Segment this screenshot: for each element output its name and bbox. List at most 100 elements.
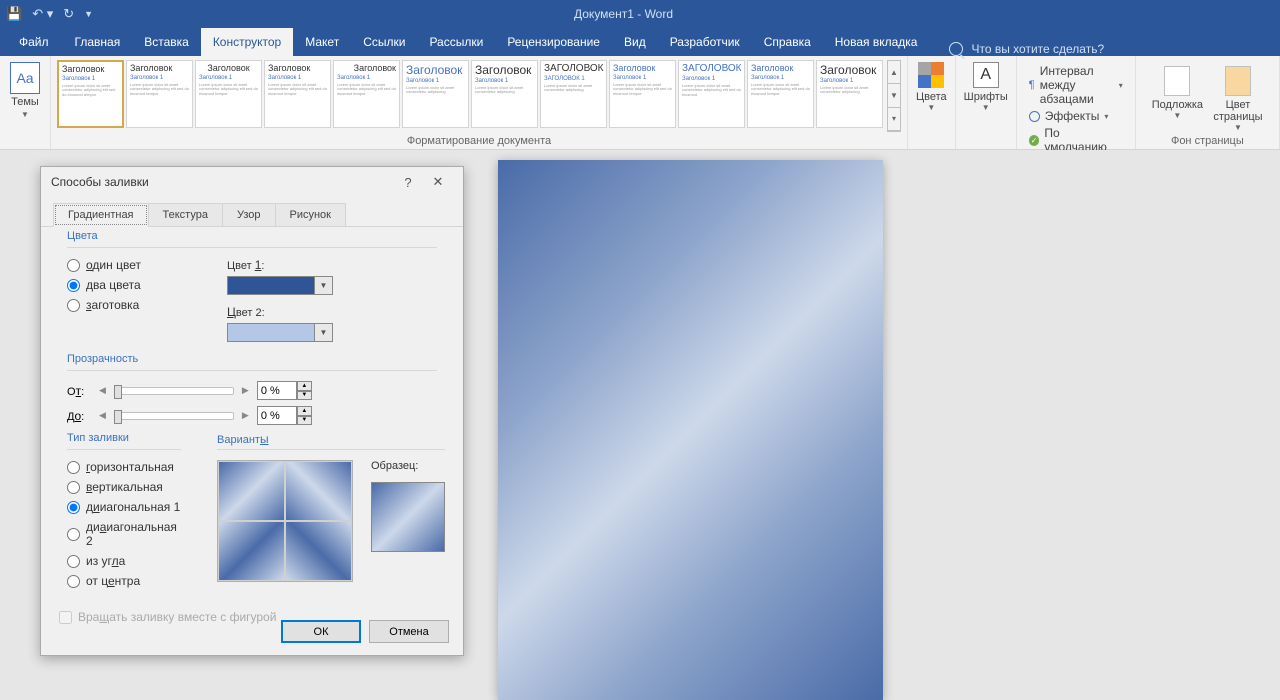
- style-item[interactable]: ЗаголовокЗаголовок 1Lorem ipsum dolor si…: [471, 60, 538, 128]
- colors-button[interactable]: Цвета ▼: [914, 60, 949, 114]
- radio-one-color[interactable]: [67, 259, 80, 272]
- radio-diagonal2[interactable]: [67, 528, 80, 541]
- tab-insert[interactable]: Вставка: [132, 28, 201, 56]
- to-slider[interactable]: [114, 412, 234, 420]
- slider-thumb[interactable]: [114, 410, 122, 424]
- variant-3[interactable]: [218, 521, 285, 581]
- slider-right-icon[interactable]: ▶: [242, 410, 249, 421]
- tab-pattern[interactable]: Узор: [222, 203, 276, 226]
- themes-label: Темы: [11, 96, 39, 108]
- tab-design[interactable]: Конструктор: [201, 28, 293, 56]
- style-item[interactable]: ЗаголовокЗаголовок 1Lorem ipsum dolor si…: [195, 60, 262, 128]
- themes-button[interactable]: Aa Темы ▼: [6, 60, 44, 121]
- radio-two-colors[interactable]: [67, 279, 80, 292]
- fill-effects-dialog: Способы заливки ? ✕ Градиентная Текстура…: [40, 166, 464, 656]
- colors-legend: Цвета: [63, 230, 102, 242]
- tab-layout[interactable]: Макет: [293, 28, 351, 56]
- variant-4[interactable]: [285, 521, 352, 581]
- gallery-expand-icon[interactable]: ▾: [888, 108, 900, 131]
- document-formatting-group: ЗаголовокЗаголовок 1Lorem ipsum dolor si…: [51, 56, 908, 149]
- radio-vertical[interactable]: [67, 481, 80, 494]
- radio-preset[interactable]: [67, 299, 80, 312]
- close-icon[interactable]: ✕: [423, 174, 453, 190]
- fonts-button[interactable]: A Шрифты ▼: [962, 60, 1010, 114]
- style-gallery[interactable]: ЗаголовокЗаголовок 1Lorem ipsum dolor si…: [57, 60, 901, 132]
- ribbon-design: Aa Темы ▼ ЗаголовокЗаголовок 1Lorem ipsu…: [0, 56, 1280, 150]
- spinner-down-icon[interactable]: ▼: [297, 416, 312, 426]
- redo-icon[interactable]: ↻: [63, 6, 74, 22]
- group-label-page-bg: Фон страницы: [1136, 135, 1279, 147]
- from-spinner-input[interactable]: [257, 381, 297, 400]
- spinner-up-icon[interactable]: ▲: [297, 381, 312, 391]
- style-item[interactable]: ЗаголовокЗаголовок 1Lorem ipsum dolor si…: [126, 60, 193, 128]
- color1-picker[interactable]: ▼: [227, 276, 437, 295]
- tab-developer[interactable]: Разработчик: [658, 28, 752, 56]
- tab-texture[interactable]: Текстура: [148, 203, 223, 226]
- help-icon[interactable]: ?: [393, 175, 423, 190]
- tab-gradient[interactable]: Градиентная: [53, 203, 149, 227]
- qat-dropdown-icon[interactable]: ▼: [84, 9, 93, 19]
- slider-left-icon[interactable]: ◀: [99, 385, 106, 396]
- ok-button[interactable]: ОК: [281, 620, 361, 643]
- spinner-down-icon[interactable]: ▼: [297, 391, 312, 401]
- undo-icon[interactable]: ↶ ▾: [32, 6, 53, 22]
- color2-dropdown-icon[interactable]: ▼: [315, 323, 333, 342]
- radio-corner[interactable]: [67, 555, 80, 568]
- title-bar: 💾 ↶ ▾ ↻ ▼ Документ1 - Word: [0, 0, 1280, 28]
- page-color-button[interactable]: Цвет страницы ▼: [1213, 66, 1263, 132]
- scroll-up-icon[interactable]: ▲: [888, 61, 900, 84]
- style-item[interactable]: ЗаголовокЗаголовок 1Lorem ipsum dolor si…: [57, 60, 124, 128]
- color1-dropdown-icon[interactable]: ▼: [315, 276, 333, 295]
- color2-picker[interactable]: ▼: [227, 323, 437, 342]
- paragraph-spacing-button[interactable]: Интервал между абзацами▾: [1029, 64, 1123, 106]
- style-item[interactable]: ЗаголовокЗаголовок 1Lorem ipsum dolor si…: [816, 60, 883, 128]
- group-label-formatting: Форматирование документа: [51, 135, 907, 147]
- effects-button[interactable]: Эффекты▾: [1029, 109, 1123, 123]
- to-label: До:: [67, 409, 91, 423]
- variant-1[interactable]: [218, 461, 285, 521]
- style-item[interactable]: ЗаголовокЗаголовок 1Lorem ipsum dolor si…: [264, 60, 331, 128]
- style-item[interactable]: ЗаголовокЗаголовок 1Lorem ipsum dolor si…: [609, 60, 676, 128]
- cancel-button[interactable]: Отмена: [369, 620, 449, 643]
- fonts-icon: A: [973, 62, 999, 88]
- tell-me-search[interactable]: Что вы хотите сделать?: [949, 42, 1104, 56]
- tab-view[interactable]: Вид: [612, 28, 658, 56]
- from-slider[interactable]: [114, 387, 234, 395]
- style-item[interactable]: ЗАГОЛОВОКЗаголовок 1Lorem ipsum dolor si…: [678, 60, 745, 128]
- slider-thumb[interactable]: [114, 385, 122, 399]
- watermark-button[interactable]: Подложка ▼: [1152, 66, 1203, 132]
- style-item[interactable]: ЗаголовокЗаголовок 1Lorem ipsum dolor si…: [333, 60, 400, 128]
- to-spinner-input[interactable]: [257, 406, 297, 425]
- scroll-down-icon[interactable]: ▼: [888, 84, 900, 107]
- style-item[interactable]: ЗаголовокЗаголовок 1Lorem ipsum dolor si…: [747, 60, 814, 128]
- radio-diagonal1[interactable]: [67, 501, 80, 514]
- radio-center[interactable]: [67, 575, 80, 588]
- variant-2[interactable]: [285, 461, 352, 521]
- rotate-checkbox: [59, 611, 72, 624]
- tab-picture[interactable]: Рисунок: [275, 203, 347, 226]
- lightbulb-icon: [949, 42, 963, 56]
- document-page[interactable]: [498, 160, 883, 700]
- tab-review[interactable]: Рецензирование: [495, 28, 612, 56]
- tab-home[interactable]: Главная: [63, 28, 133, 56]
- gallery-scrollbar[interactable]: ▲▼▾: [887, 60, 901, 132]
- preset-label: заготовка: [86, 298, 139, 312]
- slider-right-icon[interactable]: ▶: [242, 385, 249, 396]
- slider-left-icon[interactable]: ◀: [99, 410, 106, 421]
- style-item[interactable]: ЗАГОЛОВОКЗАГОЛОВОК 1Lorem ipsum dolor si…: [540, 60, 607, 128]
- tab-mailings[interactable]: Рассылки: [417, 28, 495, 56]
- style-item[interactable]: ЗаголовокЗаголовок 1Lorem ipsum dolor si…: [402, 60, 469, 128]
- chevron-down-icon: ▼: [1173, 111, 1181, 120]
- tab-help[interactable]: Справка: [752, 28, 823, 56]
- dialog-tabs: Градиентная Текстура Узор Рисунок: [41, 203, 463, 227]
- spinner-up-icon[interactable]: ▲: [297, 406, 312, 416]
- tab-file[interactable]: Файл: [5, 28, 63, 56]
- tab-references[interactable]: Ссылки: [351, 28, 417, 56]
- ribbon-tabs: Файл Главная Вставка Конструктор Макет С…: [0, 28, 1280, 56]
- radio-horizontal[interactable]: [67, 461, 80, 474]
- tab-new[interactable]: Новая вкладка: [823, 28, 930, 56]
- dialog-titlebar[interactable]: Способы заливки ? ✕: [41, 167, 463, 197]
- color2-label: Цвет 2:: [227, 305, 437, 319]
- save-icon[interactable]: 💾: [6, 6, 22, 22]
- from-label: От:: [67, 384, 91, 398]
